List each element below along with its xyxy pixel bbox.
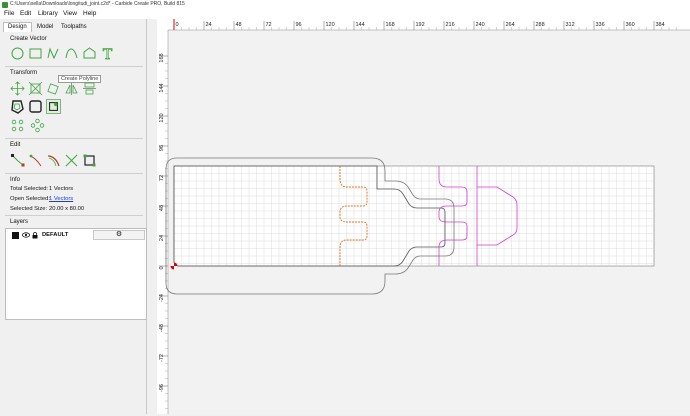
divider	[5, 215, 143, 216]
divider	[5, 173, 143, 174]
tab-design[interactable]: Design	[3, 22, 32, 32]
selected-size-value: 20.00 x 80.00	[49, 206, 85, 212]
design-canvas[interactable]: 0 24 48 72 96 120 144 168 192 216 240 264 288 312 336 3…	[157, 19, 690, 414]
eye-icon[interactable]	[22, 232, 30, 238]
ruler-y-label: 168	[159, 53, 165, 62]
move-icon[interactable]	[10, 81, 25, 96]
text-icon[interactable]: T	[100, 46, 115, 64]
layer-color-swatch[interactable]	[12, 231, 19, 239]
total-selected-label: Total Selected:	[10, 186, 49, 192]
divider	[5, 66, 143, 67]
ruler-x-label: 240	[476, 22, 485, 28]
trim-icon[interactable]	[28, 153, 43, 168]
ruler-x-label: 192	[416, 22, 425, 28]
menu-library[interactable]: Library	[38, 10, 58, 17]
layer-name: DEFAULT	[42, 231, 69, 238]
menu-bar: File Edit Library View Help	[0, 9, 690, 19]
selected-size-label: Selected Size:	[10, 206, 48, 212]
ruler-x-label: 144	[356, 22, 365, 28]
total-selected-row: Total Selected: 1 Vectors	[10, 186, 73, 192]
ruler-y-label: 96	[159, 145, 165, 151]
ruler-x-label: 312	[566, 22, 575, 28]
ruler-y-label: -48	[159, 324, 165, 332]
scale-icon[interactable]	[28, 81, 43, 96]
create-vector-heading: Create Vector	[10, 36, 47, 42]
title-bar: C:\Users\sella\Downloads\longitudi_joint…	[0, 0, 690, 9]
menu-help[interactable]: Help	[83, 10, 96, 17]
curve-icon[interactable]	[64, 46, 79, 61]
ruler-x-label: 0	[176, 22, 179, 28]
selected-size-row: Selected Size: 20.00 x 80.00	[10, 206, 84, 212]
ruler-x-label: 288	[536, 22, 545, 28]
menu-view[interactable]: View	[63, 10, 77, 17]
info-heading: Info	[10, 177, 21, 183]
layers-list: DEFAULT ⚙	[5, 228, 147, 320]
ruler-y-label: 0	[159, 266, 165, 269]
ruler-y-label: 120	[159, 113, 165, 122]
polyline-icon[interactable]	[46, 46, 61, 61]
rectangle-icon[interactable]	[28, 46, 43, 61]
ruler-y-label: 72	[159, 175, 165, 181]
ruler-x-label: 120	[326, 22, 335, 28]
rotate-icon[interactable]	[46, 81, 61, 96]
stock-area	[173, 165, 655, 267]
offset-icon[interactable]	[10, 99, 25, 114]
boolean-icon[interactable]	[28, 99, 43, 114]
fillet-icon[interactable]	[46, 153, 61, 168]
ruler-x-label: 264	[506, 22, 515, 28]
open-selected-link[interactable]: 1 Vectors	[49, 196, 73, 202]
select-icon[interactable]	[82, 153, 97, 168]
transform-heading: Transform	[10, 70, 38, 76]
align-icon[interactable]	[82, 81, 97, 96]
menu-edit[interactable]: Edit	[20, 10, 31, 17]
ruler-y-label: -24	[159, 294, 165, 302]
node-edit-icon[interactable]	[10, 153, 25, 168]
window-title: C:\Users\sella\Downloads\longitudi_joint…	[10, 1, 185, 7]
menu-file[interactable]: File	[4, 10, 14, 17]
layers-heading: Layers	[10, 219, 29, 225]
design-panel: Design Model Toolpaths Create Vector T C…	[0, 19, 147, 414]
svg-text:T: T	[103, 47, 113, 61]
total-selected-value: 1 Vectors	[49, 186, 74, 192]
gear-icon[interactable]: ⚙	[93, 230, 145, 240]
ruler-y-label: -72	[159, 354, 165, 362]
ruler-y-label: -96	[159, 384, 165, 392]
app-icon	[2, 1, 8, 8]
ruler-x-label: 216	[446, 22, 455, 28]
ruler-x-label: 360	[626, 22, 635, 28]
mirror-icon[interactable]	[64, 81, 79, 96]
join-icon[interactable]	[46, 99, 61, 114]
open-selected-row: Open Selected: 1 Vectors	[10, 196, 73, 202]
cut-icon[interactable]	[64, 153, 79, 168]
ruler-y-label: 24	[159, 235, 165, 241]
origin-marker	[170, 262, 178, 270]
ruler-x-label: 168	[386, 22, 395, 28]
ruler-x-label: 24	[206, 22, 212, 28]
divider	[5, 138, 143, 139]
open-selected-label: Open Selected:	[10, 196, 50, 202]
ruler-y-label: 48	[159, 205, 165, 211]
tab-toolpaths[interactable]: Toolpaths	[56, 22, 92, 32]
ruler-x-label: 336	[596, 22, 605, 28]
polygon-icon[interactable]	[82, 46, 97, 61]
ruler-x-label: 48	[236, 22, 242, 28]
tab-model[interactable]: Model	[32, 22, 58, 32]
layer-row[interactable]: DEFAULT ⚙	[7, 230, 145, 240]
circle-icon[interactable]	[10, 46, 25, 61]
lock-icon[interactable]	[32, 231, 38, 239]
ruler-x-label: 96	[296, 22, 302, 28]
ruler-y-label: 144	[159, 83, 165, 92]
edit-heading: Edit	[10, 142, 21, 148]
grid-array-icon[interactable]	[10, 118, 25, 133]
circular-array-icon[interactable]	[30, 118, 45, 133]
ruler-x-label: 384	[656, 22, 665, 28]
ruler-x-label: 72	[266, 22, 272, 28]
